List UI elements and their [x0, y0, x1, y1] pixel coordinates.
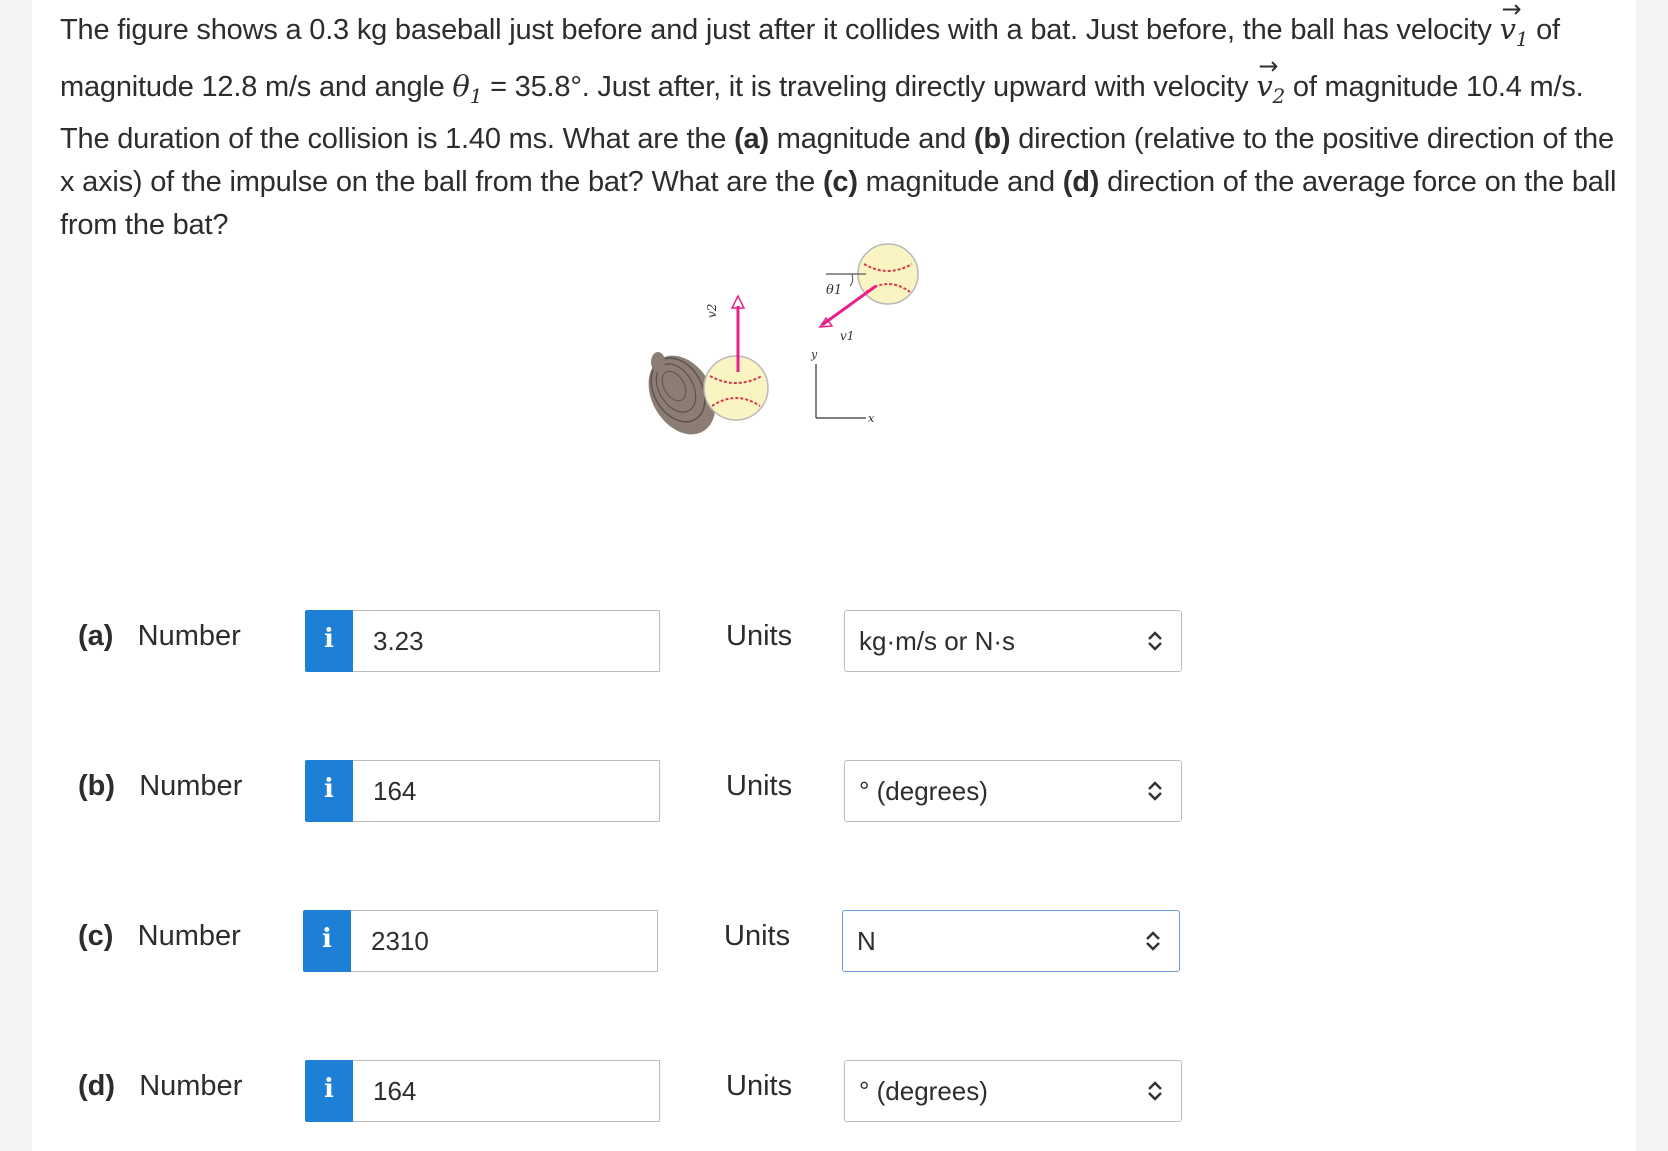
answer-row-c: (c) Number i 2310 Units N: [0, 910, 1668, 974]
info-button-d[interactable]: i: [305, 1060, 353, 1122]
units-label-b: Units: [726, 770, 793, 802]
y-axis-label: y: [810, 348, 818, 361]
units-label-c: Units: [724, 920, 791, 952]
unit-select-d[interactable]: ° (degrees): [844, 1060, 1182, 1122]
row-label-b: (b) Number: [78, 770, 243, 802]
info-button-b[interactable]: i: [305, 760, 353, 822]
info-button-c[interactable]: i: [303, 910, 351, 972]
theta1-label: θ1: [826, 283, 842, 298]
info-icon: i: [324, 624, 334, 654]
row-label-c: (c) Number: [78, 920, 241, 952]
xy-axes: [815, 364, 866, 419]
ball-before-collision: [857, 243, 919, 305]
unit-select-a[interactable]: kg·m/s or N·s: [844, 610, 1182, 672]
chevron-up-down-icon: [1148, 1081, 1162, 1101]
chevron-up-down-icon: [1148, 631, 1162, 651]
answer-row-d: (d) Number i 164 Units ° (degrees): [0, 1060, 1668, 1124]
units-label-a: Units: [726, 620, 793, 652]
row-label-d: (d) Number: [78, 1070, 243, 1102]
row-label-a: (a) Number: [78, 620, 241, 652]
info-icon: i: [324, 774, 334, 804]
x-axis-label: x: [868, 412, 875, 425]
number-input-b[interactable]: 164: [353, 760, 660, 822]
v1-label: v1: [840, 329, 854, 343]
answer-row-b: (b) Number i 164 Units ° (degrees): [0, 760, 1668, 824]
v1-vector-symbol: → v1: [1499, 0, 1529, 51]
unit-select-c[interactable]: N: [842, 910, 1180, 972]
info-icon: i: [324, 1074, 334, 1104]
v2-vector-symbol: → v2: [1256, 51, 1286, 108]
number-input-c[interactable]: 2310: [351, 910, 658, 972]
info-icon: i: [322, 924, 332, 954]
number-input-d[interactable]: 164: [353, 1060, 660, 1122]
v2-label: v2: [705, 304, 719, 318]
chevron-up-down-icon: [1148, 781, 1162, 801]
number-input-a[interactable]: 3.23: [353, 610, 660, 672]
answer-row-a: (a) Number i 3.23 Units kg·m/s or N·s: [0, 610, 1668, 674]
chevron-up-down-icon: [1146, 931, 1160, 951]
angle-arc: [849, 273, 854, 287]
collision-figure: v2 v1 θ1 y x: [648, 243, 919, 435]
ball-after-collision: [703, 355, 769, 421]
info-button-a[interactable]: i: [305, 610, 353, 672]
problem-statement: The figure shows a 0.3 kg baseball just …: [60, 0, 1617, 241]
units-label-d: Units: [726, 1070, 793, 1102]
theta1-symbol: θ1: [452, 68, 483, 108]
unit-select-b[interactable]: ° (degrees): [844, 760, 1182, 822]
